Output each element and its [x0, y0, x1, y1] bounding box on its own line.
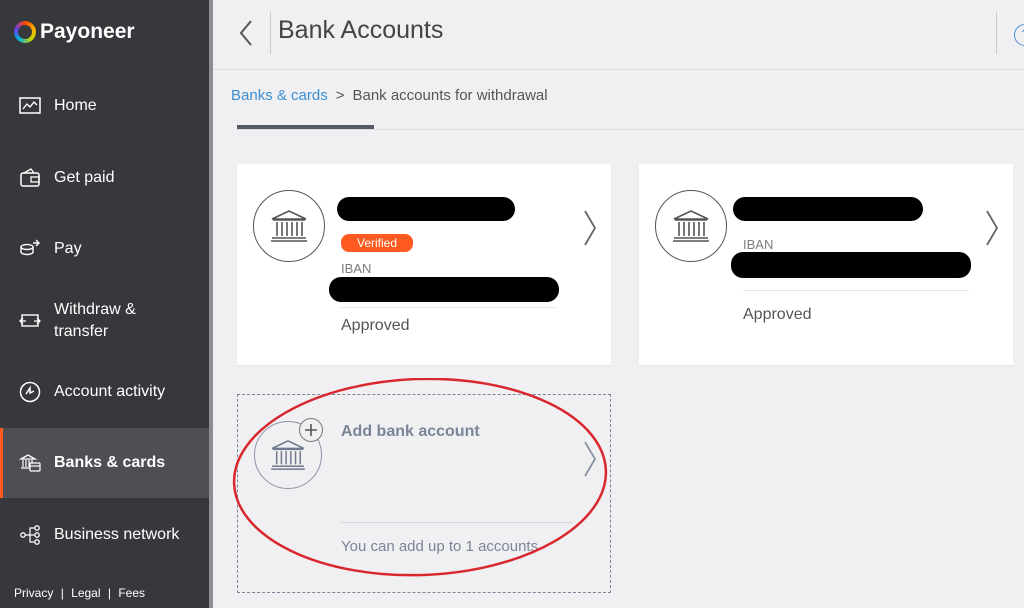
- account-limit-note: You can add up to 1 accounts: [341, 538, 539, 555]
- brand-name: Payoneer: [40, 20, 135, 43]
- header-divider: [270, 12, 271, 54]
- chevron-right-icon: [584, 210, 597, 246]
- help-button[interactable]: ?: [1014, 24, 1024, 46]
- redacted-account-name: [337, 197, 515, 221]
- fees-link[interactable]: Fees: [118, 586, 145, 600]
- chevron-right-icon: [584, 441, 597, 477]
- account-status: Approved: [743, 306, 812, 323]
- plus-icon: [299, 418, 323, 442]
- wallet-icon: [18, 166, 42, 190]
- activity-icon: [18, 380, 42, 404]
- account-status: Approved: [341, 317, 410, 334]
- iban-label: IBAN: [743, 237, 774, 252]
- back-button[interactable]: [235, 16, 257, 50]
- active-tab-indicator: [237, 125, 374, 129]
- footer-links: Privacy | Legal | Fees: [14, 586, 145, 600]
- breadcrumb-separator: >: [335, 87, 345, 104]
- card-divider: [743, 290, 969, 291]
- bank-icon: [655, 190, 727, 262]
- sidebar-item-label: Banks & cards: [54, 454, 166, 471]
- page-header: Bank Accounts ?: [213, 0, 1024, 70]
- iban-label: IBAN: [341, 261, 372, 276]
- add-bank-account-title: Add bank account: [341, 423, 480, 440]
- sidebar-item-label: Withdraw & transfer: [54, 301, 136, 340]
- footer-separator: |: [107, 586, 111, 600]
- sidebar-scrollbar[interactable]: [209, 0, 213, 608]
- sidebar-item-banks-cards[interactable]: Banks & cards: [0, 428, 209, 498]
- breadcrumb: Banks & cards > Bank accounts for withdr…: [231, 87, 548, 104]
- redacted-iban: [731, 252, 971, 278]
- sidebar-item-business-network[interactable]: Business network: [0, 500, 209, 570]
- sidebar-item-account-activity[interactable]: Account activity: [0, 357, 209, 427]
- footer-separator: |: [60, 586, 64, 600]
- redacted-iban: [329, 277, 559, 302]
- chevron-right-icon: [986, 210, 999, 246]
- sidebar-item-label: Account activity: [54, 383, 166, 400]
- chevron-left-icon: [239, 20, 252, 46]
- sidebar-item-label: Business network: [54, 526, 180, 543]
- chart-monitor-icon: [18, 94, 42, 118]
- bank-account-card[interactable]: IBAN Approved: [639, 164, 1013, 365]
- privacy-link[interactable]: Privacy: [14, 586, 53, 600]
- payoneer-ring-icon: [14, 21, 36, 43]
- payoneer-logo[interactable]: Payoneer: [14, 20, 135, 44]
- bank-icon: [253, 190, 325, 262]
- breadcrumb-current: Bank accounts for withdrawal: [352, 87, 548, 104]
- transfer-icon: [18, 309, 42, 333]
- breadcrumb-banks-cards-link[interactable]: Banks & cards: [231, 87, 328, 104]
- card-divider: [341, 307, 555, 308]
- sidebar-item-label: Home: [54, 97, 97, 114]
- sidebar-item-home[interactable]: Home: [0, 71, 209, 141]
- verified-badge: Verified: [341, 234, 414, 252]
- page-title: Bank Accounts: [278, 16, 444, 44]
- card-divider: [341, 522, 573, 523]
- bank-card-icon: [18, 451, 42, 475]
- add-bank-account-card[interactable]: Add bank account You can add up to 1 acc…: [237, 394, 611, 593]
- sidebar-item-withdraw-transfer[interactable]: Withdraw & transfer: [0, 286, 209, 356]
- header-divider: [996, 12, 997, 54]
- sidebar-item-label: Pay: [54, 240, 82, 257]
- tab-rule: [237, 129, 1024, 130]
- sidebar-item-get-paid[interactable]: Get paid: [0, 143, 209, 213]
- sidebar-item-pay[interactable]: Pay: [0, 214, 209, 284]
- sidebar: Payoneer Home Get paid Pay Withdraw & tr…: [0, 0, 212, 608]
- redacted-account-name: [733, 197, 923, 221]
- bank-account-card[interactable]: Verified IBAN Approved: [237, 164, 611, 365]
- coins-arrow-icon: [18, 237, 42, 261]
- legal-link[interactable]: Legal: [71, 586, 100, 600]
- sidebar-item-label: Get paid: [54, 169, 115, 186]
- network-icon: [18, 523, 42, 547]
